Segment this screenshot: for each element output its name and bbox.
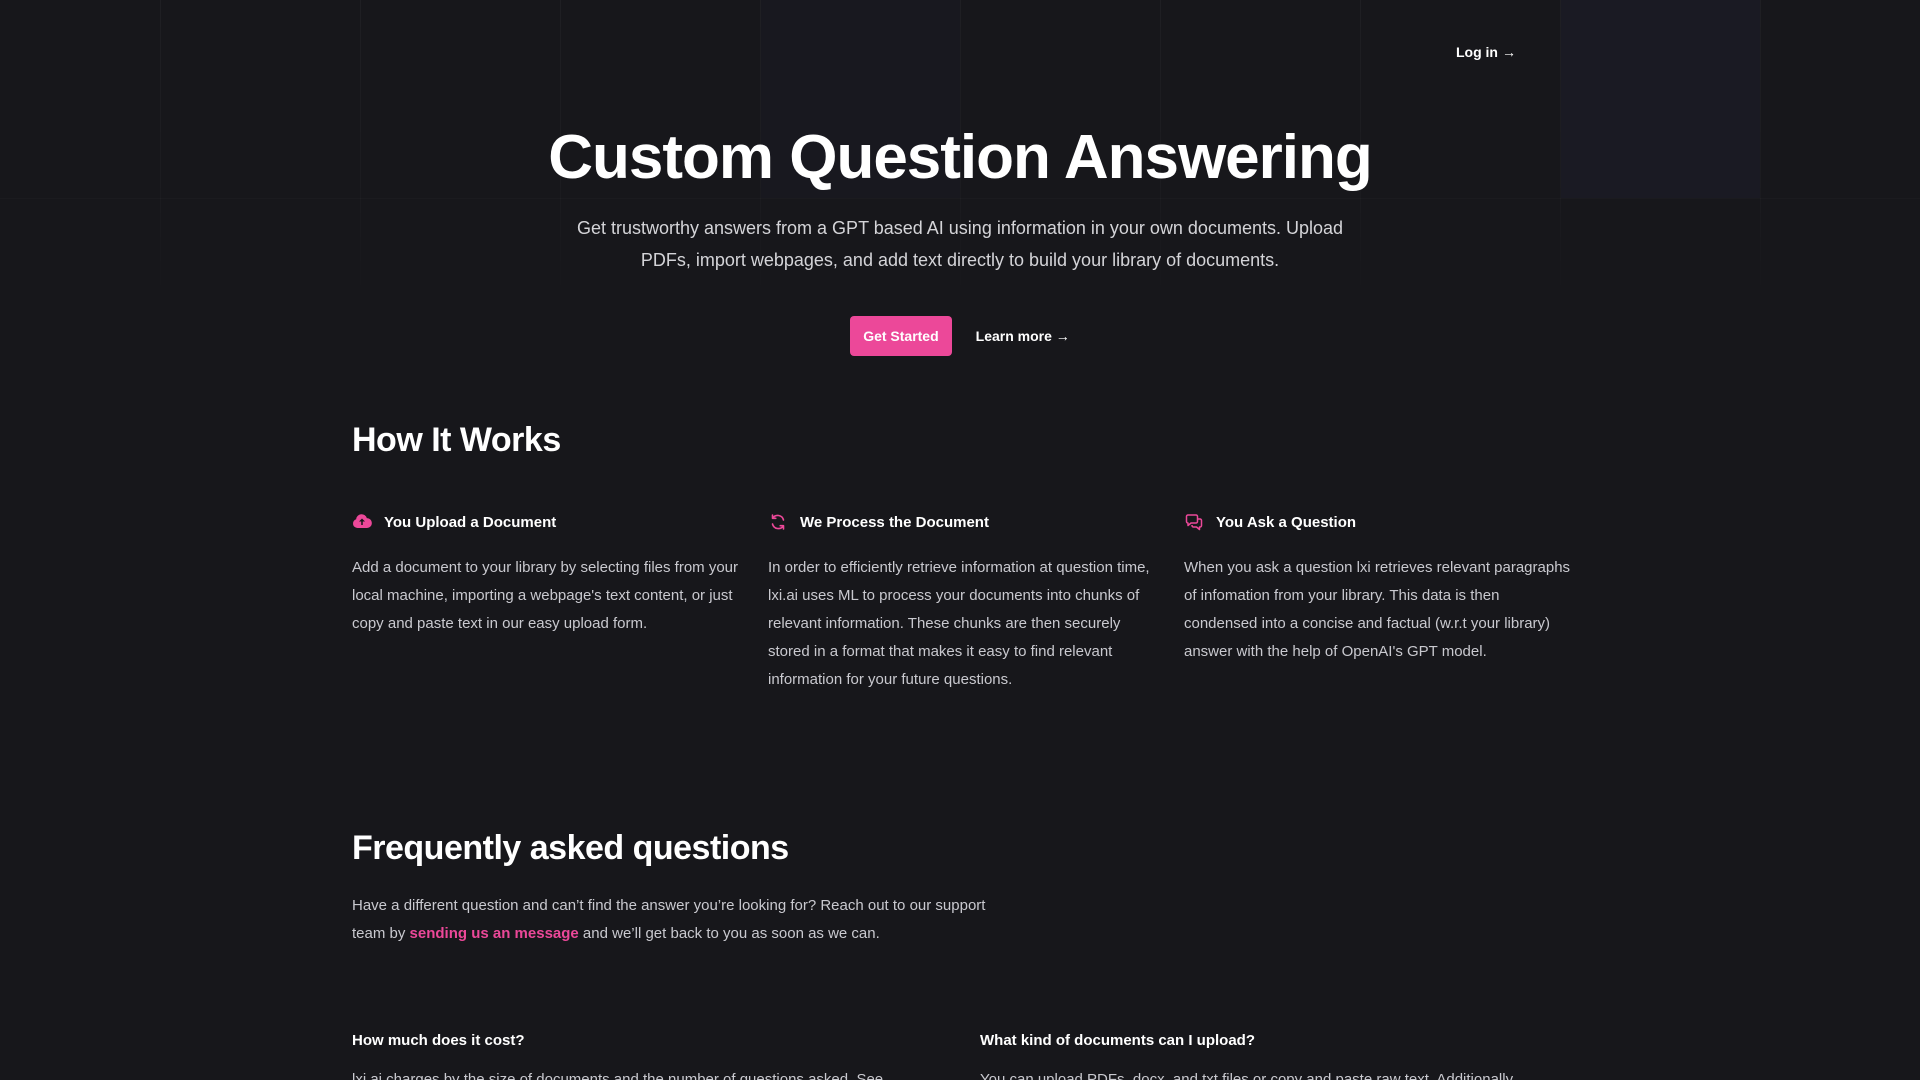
- landing-page: Log in → Custom Question Answering Get tr…: [0, 0, 1920, 1080]
- login-link[interactable]: Log in →: [1456, 42, 1516, 62]
- get-started-button[interactable]: Get Started: [850, 316, 952, 356]
- feature-title: You Ask a Question: [1216, 513, 1357, 531]
- feature-process: We Process the Document In order to effi…: [768, 508, 1156, 694]
- faq-answer: lxi.ai charges by the size of documents …: [352, 1071, 884, 1080]
- feature-description: When you ask a question lxi retrieves re…: [1184, 559, 1571, 660]
- feature-ask: You Ask a Question When you ask a questi…: [1184, 508, 1572, 666]
- hero-subtitle: Get trustworthy answers from a GPT based…: [576, 218, 1344, 270]
- faq-question: How much does it cost?: [352, 1032, 525, 1049]
- learn-more-label: Learn more: [975, 328, 1052, 344]
- learn-more-link[interactable]: Learn more →: [976, 316, 1070, 356]
- feature-title: We Process the Document: [800, 513, 989, 531]
- contact-link[interactable]: sending us an message: [410, 925, 579, 942]
- cloud-upload-icon: [352, 512, 372, 532]
- faq-intro-text: and we’ll get back to you as soon as we …: [578, 925, 880, 942]
- feature-upload: You Upload a Document Add a document to …: [352, 508, 740, 638]
- hero-actions: Get Started Learn more →: [0, 316, 1920, 356]
- arrow-right-icon: →: [1502, 44, 1516, 60]
- feature-title: You Upload a Document: [384, 513, 557, 531]
- faq-question: What kind of documents can I upload?: [980, 1032, 1256, 1049]
- chat-bubbles-icon: [1184, 512, 1204, 532]
- hero-title: Custom Question Answering: [548, 123, 1373, 192]
- feature-description: Add a document to your library by select…: [352, 559, 739, 632]
- login-label: Log in: [1456, 44, 1498, 60]
- feature-description: In order to efficiently retrieve informa…: [768, 559, 1150, 688]
- refresh-icon: [768, 512, 788, 532]
- how-it-works-title: How It Works: [352, 421, 561, 459]
- feature-header: You Upload a Document: [352, 508, 740, 536]
- faq-intro: Have a different question and can’t find…: [352, 892, 1012, 948]
- feature-header: We Process the Document: [768, 508, 1156, 536]
- feature-header: You Ask a Question: [1184, 508, 1572, 536]
- faq-title: Frequently asked questions: [352, 829, 789, 867]
- arrow-right-icon: →: [1055, 328, 1070, 344]
- faq-answer: You can upload PDFs, docx, and txt files…: [980, 1071, 1514, 1080]
